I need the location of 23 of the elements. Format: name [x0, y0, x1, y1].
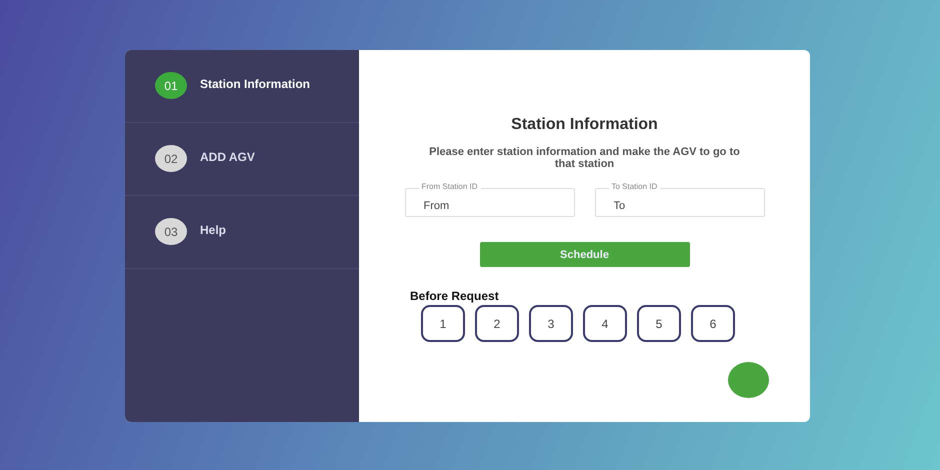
station-button[interactable]: 5	[637, 305, 681, 342]
station-button[interactable]: 2	[475, 305, 519, 342]
section-label: Before Request	[410, 289, 499, 303]
sidebar-item[interactable]: 02 ADD AGV	[125, 123, 359, 196]
form-description: Please enter station information and make the AGV to go to that station	[428, 146, 741, 170]
station-button[interactable]: 6	[691, 305, 735, 342]
field-label: To Station ID	[608, 182, 660, 191]
step-label: Help	[200, 223, 226, 237]
step-number: 02	[155, 145, 187, 172]
round-button[interactable]	[728, 362, 769, 398]
step-number: 03	[155, 218, 187, 245]
input-field[interactable]: From	[404, 188, 574, 217]
step-label: Station Information	[200, 77, 310, 91]
sidebar-item[interactable]: 03 Help	[125, 196, 359, 269]
sidebar-item[interactable]: 01 Station Information	[125, 50, 359, 123]
station-button[interactable]: 4	[583, 305, 627, 342]
station-button[interactable]: 3	[529, 305, 573, 342]
field-label: From Station ID	[418, 182, 481, 191]
form-title: Station Information	[511, 116, 658, 134]
step-number: 01	[155, 72, 187, 99]
step-label: ADD AGV	[200, 150, 255, 164]
input-field[interactable]: To	[594, 188, 764, 217]
station-button[interactable]: 1	[421, 305, 465, 342]
